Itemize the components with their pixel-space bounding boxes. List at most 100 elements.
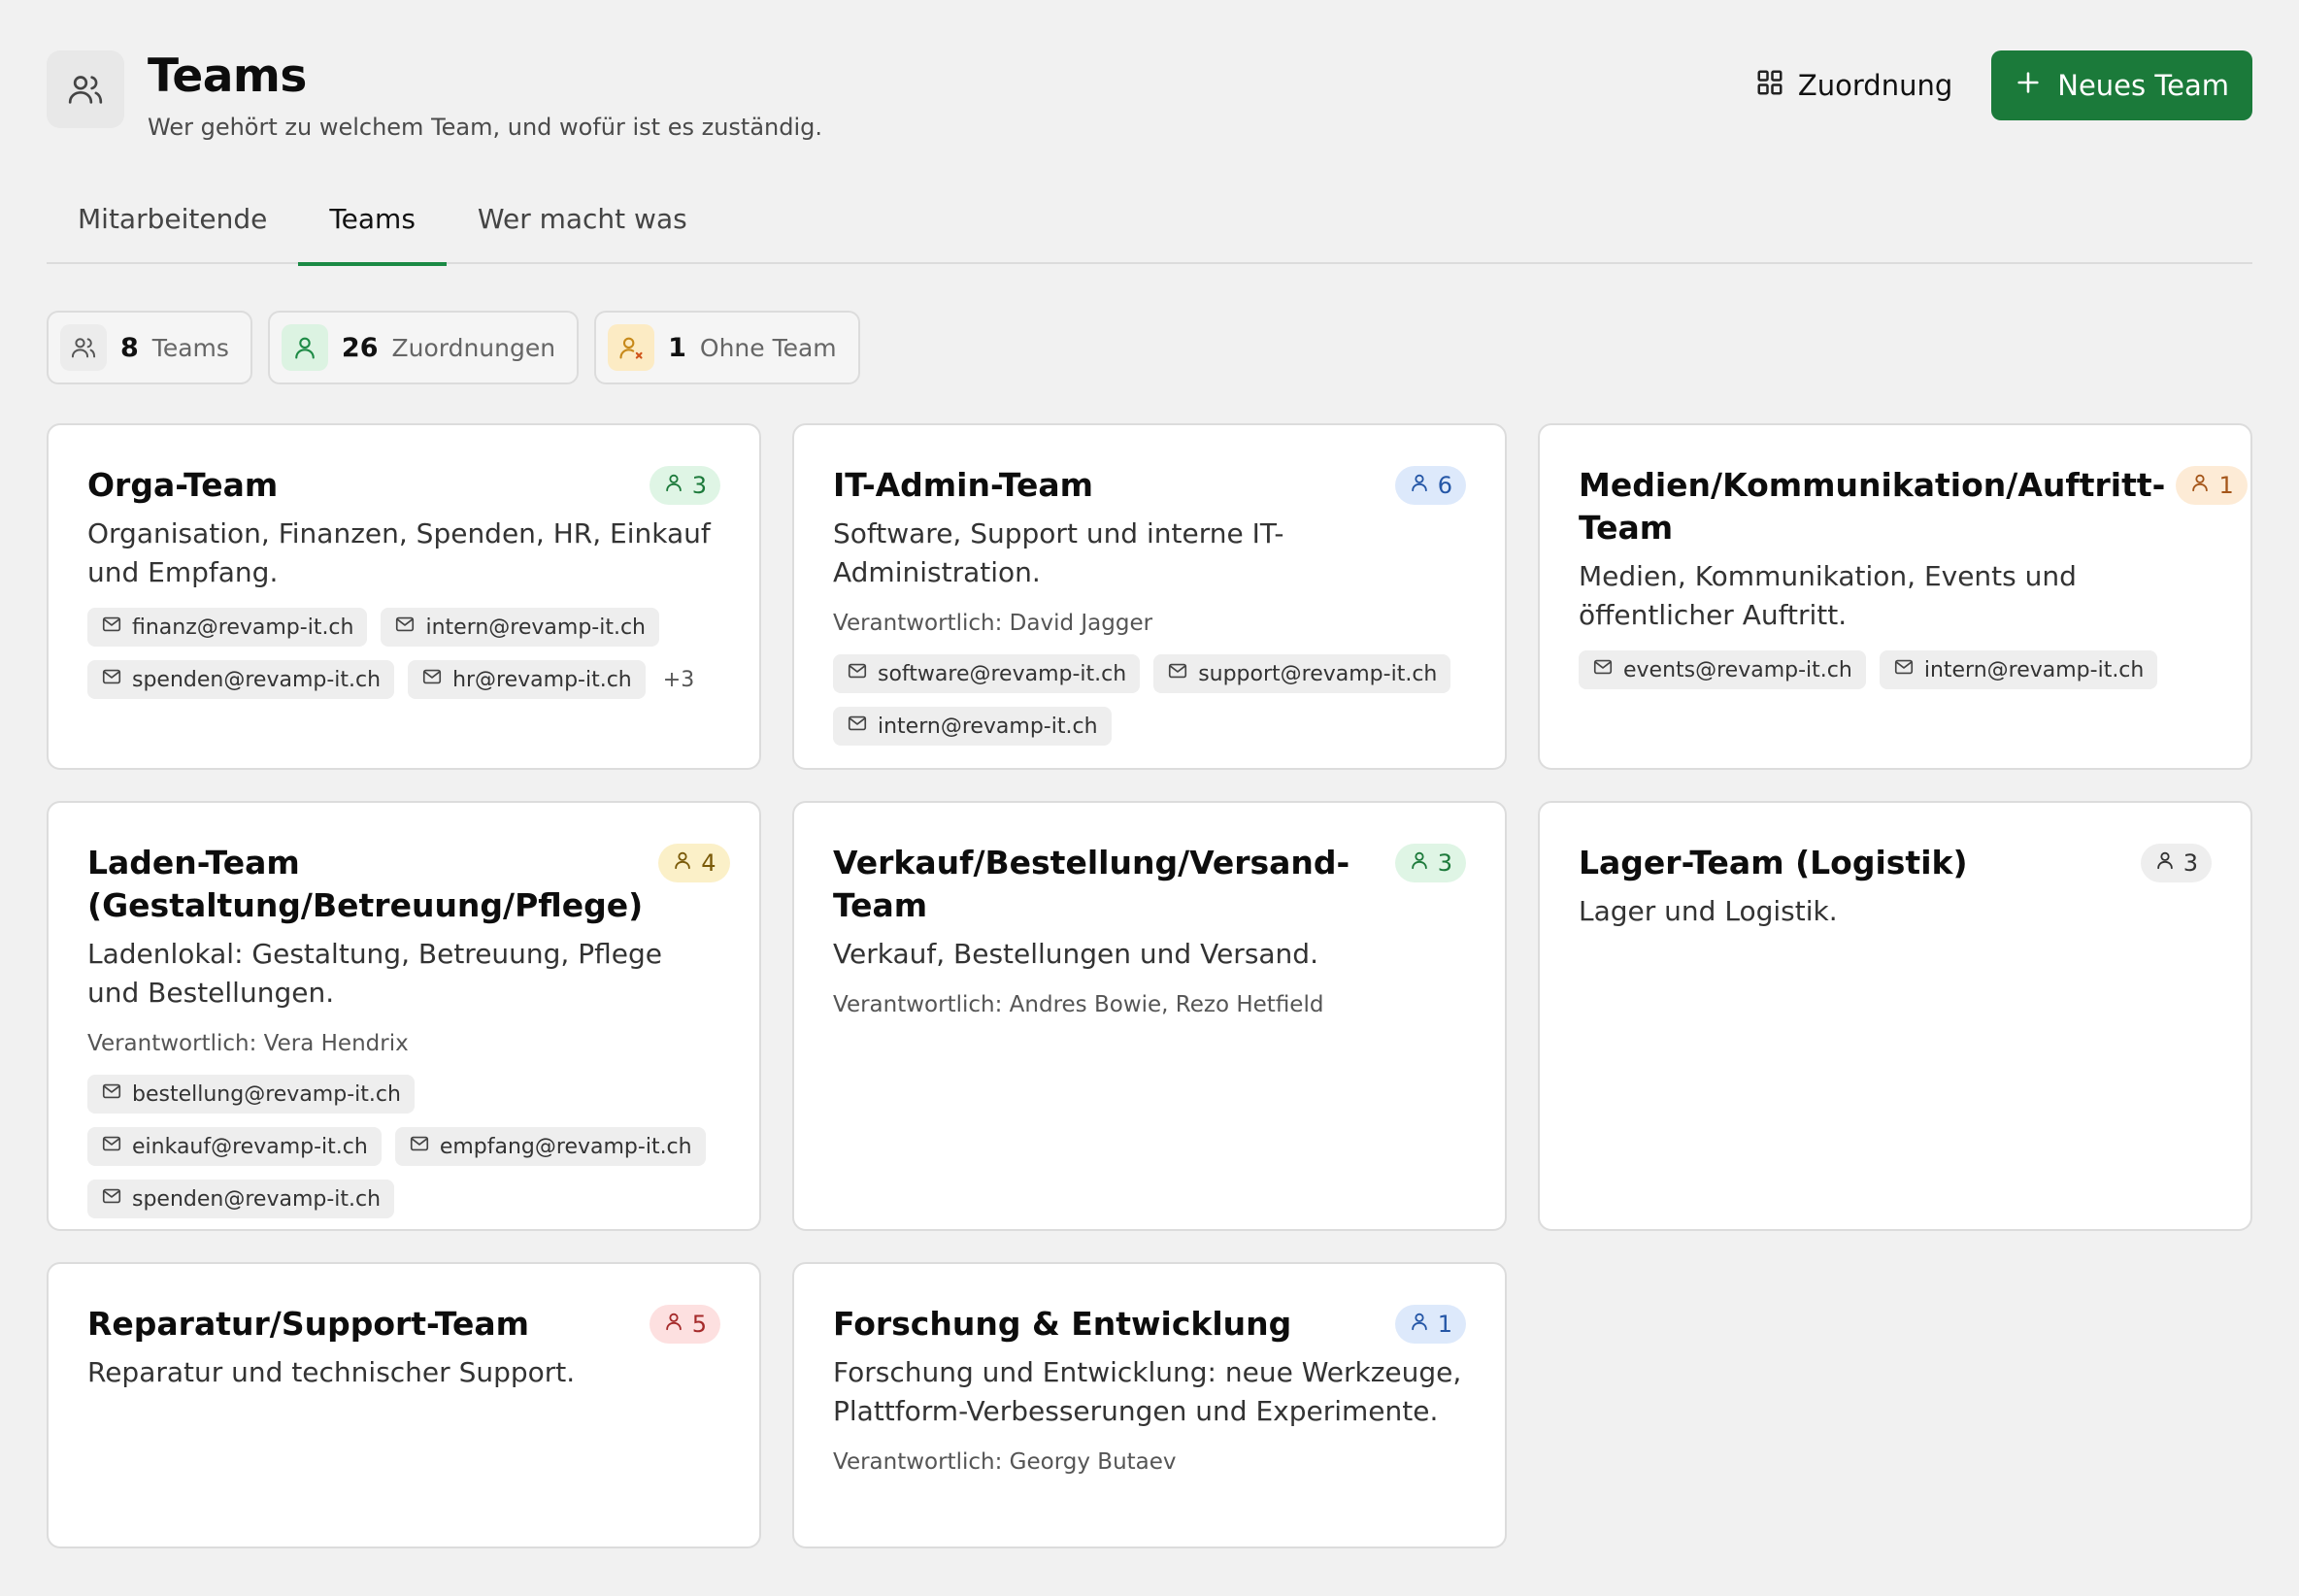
more-emails-count[interactable]: +3 (659, 668, 694, 692)
page-header: Teams Wer gehört zu welchem Team, und wo… (47, 49, 2252, 146)
team-name: Medien/Kommunikation/Auftritt-Team (1579, 466, 2166, 547)
user-icon (1409, 1311, 1430, 1338)
member-count-badge: 5 (649, 1305, 720, 1344)
email-chip[interactable]: spenden@revamp-it.ch (87, 1180, 395, 1218)
users-icon (47, 50, 124, 128)
card-header: Verkauf/Bestellung/Versand-Team 3 (833, 842, 1466, 927)
email-chip[interactable]: events@revamp-it.ch (1579, 650, 1866, 689)
tab-teams[interactable]: Teams (298, 190, 447, 266)
stat-value: 8 (120, 332, 139, 363)
team-grid: Orga-Team 3 Organisation, Finanzen, Spende… (47, 423, 2252, 1548)
responsible-name: Vera Hendrix (263, 1031, 409, 1056)
email-list: bestellung@revamp-it.ch einkauf@revamp-it… (87, 1075, 720, 1218)
responsible-label: Verantwortlich: (833, 992, 1003, 1017)
team-name: Lager-Team (Logistik) (1579, 844, 1968, 881)
user-check-icon (281, 324, 328, 371)
email-chip[interactable]: software@revamp-it.ch (833, 654, 1141, 693)
member-count: 3 (691, 472, 707, 499)
team-name: Laden-Team (Gestaltung/Betreuung/Pflege) (87, 844, 644, 924)
users-icon (60, 324, 107, 371)
email-chip[interactable]: hr@revamp-it.ch (408, 660, 646, 699)
card-header: Lager-Team (Logistik) 3 (1579, 842, 2212, 884)
team-card[interactable]: Lager-Team (Logistik) 3 Lager und Logistik… (1538, 801, 2252, 1231)
member-count-badge: 3 (649, 466, 720, 505)
email-address: intern@revamp-it.ch (425, 615, 647, 640)
stat-value: 1 (668, 332, 686, 363)
team-responsible: Verantwortlich: Vera Hendrix (87, 1028, 720, 1059)
team-responsible: Verantwortlich: Georgy Butaev (833, 1446, 1466, 1478)
email-chip[interactable]: bestellung@revamp-it.ch (87, 1075, 415, 1114)
mail-icon (1167, 660, 1188, 687)
email-chip[interactable]: empfang@revamp-it.ch (394, 1127, 706, 1166)
email-address: finanz@revamp-it.ch (132, 615, 354, 640)
email-chip[interactable]: spenden@revamp-it.ch (87, 660, 395, 699)
user-icon (663, 1311, 684, 1338)
member-count-badge: 6 (1394, 466, 1466, 505)
new-team-button-label: Neues Team (2057, 69, 2229, 102)
team-description: Software, Support und interne IT-Adminis… (833, 517, 1284, 588)
email-address: software@revamp-it.ch (878, 661, 1127, 686)
stat-label: Zuordnungen (391, 333, 556, 362)
page-subtitle: Wer gehört zu welchem Team, und wofür is… (148, 114, 823, 141)
email-address: einkauf@revamp-it.ch (132, 1134, 368, 1159)
stat-without-team: 1 Ohne Team (594, 311, 860, 384)
member-count: 1 (2218, 472, 2234, 499)
tab-mitarbeitende[interactable]: Mitarbeitende (47, 190, 298, 264)
card-header: Medien/Kommunikation/Auftritt-Team 1 (1579, 464, 2248, 549)
team-description: Reparatur und technischer Support. (87, 1356, 576, 1388)
team-description: Lager und Logistik. (1579, 895, 1838, 927)
mail-icon (409, 1133, 430, 1160)
assignment-button[interactable]: Zuordnung (1755, 58, 1952, 114)
email-chip[interactable]: support@revamp-it.ch (1153, 654, 1451, 693)
team-card[interactable]: Reparatur/Support-Team 5 Reparatur und tec… (47, 1262, 761, 1548)
team-card[interactable]: Orga-Team 3 Organisation, Finanzen, Spende… (47, 423, 761, 770)
email-chip[interactable]: intern@revamp-it.ch (833, 707, 1112, 746)
responsible-label: Verantwortlich: (833, 1449, 1003, 1475)
team-name: Verkauf/Bestellung/Versand-Team (833, 844, 1350, 924)
team-description: Verkauf, Bestellungen und Versand. (833, 938, 1318, 970)
email-chip[interactable]: einkauf@revamp-it.ch (87, 1127, 382, 1166)
mail-icon (101, 1133, 122, 1160)
mail-icon (1893, 656, 1915, 683)
card-header: IT-Admin-Team 6 (833, 464, 1466, 507)
stats-row: 8 Teams 26 Zuordnungen 1 Ohne Team (47, 311, 860, 384)
responsible-name: David Jagger (1009, 611, 1153, 636)
team-card[interactable]: Laden-Team (Gestaltung/Betreuung/Pflege)… (47, 801, 761, 1231)
email-chip[interactable]: intern@revamp-it.ch (381, 608, 660, 647)
team-description: Forschung und Entwicklung: neue Werkzeug… (833, 1356, 1462, 1427)
team-card[interactable]: Forschung & Entwicklung 1 Forschung und En… (792, 1262, 1507, 1548)
user-icon (2154, 849, 2176, 877)
team-card[interactable]: Verkauf/Bestellung/Versand-Team 3 Verkauf,… (792, 801, 1507, 1231)
member-count-badge: 4 (658, 844, 730, 882)
responsible-label: Verantwortlich: (833, 611, 1003, 636)
email-address: spenden@revamp-it.ch (132, 1186, 382, 1212)
mail-icon (847, 713, 868, 740)
mail-icon (1592, 656, 1614, 683)
member-count: 3 (2182, 849, 2198, 877)
user-icon (1409, 849, 1430, 877)
responsible-name: Georgy Butaev (1009, 1449, 1177, 1475)
member-count: 1 (1437, 1311, 1452, 1338)
team-description: Ladenlokal: Gestaltung, Betreuung, Pfleg… (87, 938, 662, 1009)
team-card[interactable]: Medien/Kommunikation/Auftritt-Team 1 Medie… (1538, 423, 2252, 770)
mail-icon (101, 666, 122, 693)
card-header: Orga-Team 3 (87, 464, 720, 507)
email-chip[interactable]: intern@revamp-it.ch (1879, 650, 2158, 689)
tab-wer-macht-was[interactable]: Wer macht was (447, 190, 718, 264)
email-address: empfang@revamp-it.ch (439, 1134, 692, 1159)
member-count: 4 (701, 849, 716, 877)
member-count: 6 (1437, 472, 1452, 499)
new-team-button[interactable]: Neues Team (1991, 50, 2252, 120)
email-address: spenden@revamp-it.ch (132, 667, 382, 692)
email-address: bestellung@revamp-it.ch (132, 1081, 401, 1107)
assignment-button-label: Zuordnung (1797, 69, 1953, 102)
team-responsible: Verantwortlich: Andres Bowie, Rezo Hetfi… (833, 989, 1466, 1020)
team-description: Medien, Kommunikation, Events und öffent… (1579, 560, 2077, 631)
responsible-name: Andres Bowie, Rezo Hetfield (1009, 992, 1324, 1017)
email-address: support@revamp-it.ch (1198, 661, 1438, 686)
email-chip[interactable]: finanz@revamp-it.ch (87, 608, 368, 647)
email-address: intern@revamp-it.ch (878, 714, 1098, 739)
team-card[interactable]: IT-Admin-Team 6 Software, Support und inte… (792, 423, 1507, 770)
mail-icon (847, 660, 868, 687)
stat-value: 26 (341, 332, 379, 363)
